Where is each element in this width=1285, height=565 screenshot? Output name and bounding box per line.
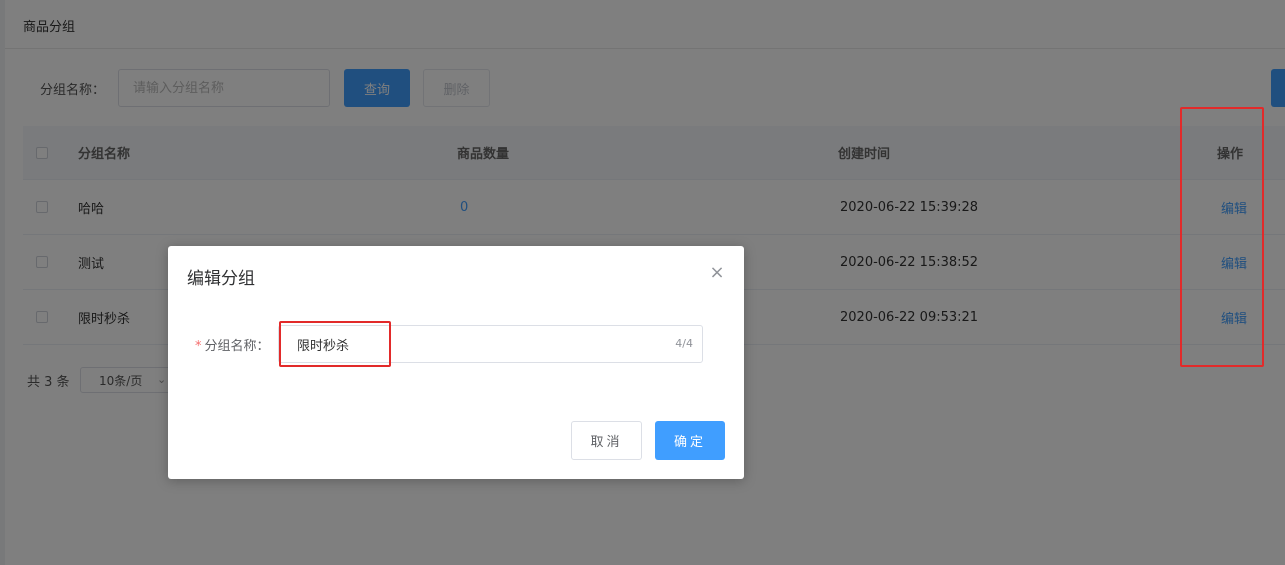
cancel-button[interactable]: 取消 <box>571 421 642 460</box>
edit-group-dialog: 编辑分组 × *分组名称： 4/4 取消 确定 <box>168 246 744 479</box>
close-icon[interactable]: × <box>708 264 726 282</box>
group-name-label: * 分组名称： <box>195 335 270 354</box>
required-mark: * <box>195 339 202 354</box>
group-name-label-text: 分组名称： <box>204 339 270 354</box>
char-count: 4/4 <box>675 337 693 350</box>
dialog-title: 编辑分组 <box>187 269 255 289</box>
confirm-button[interactable]: 确定 <box>655 421 725 460</box>
annotation-highlight-actions <box>1180 107 1264 367</box>
annotation-highlight-input <box>279 321 391 367</box>
